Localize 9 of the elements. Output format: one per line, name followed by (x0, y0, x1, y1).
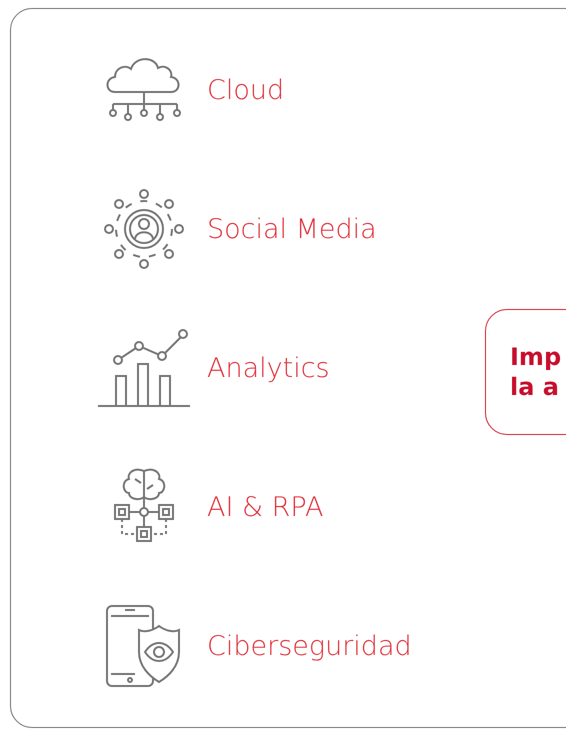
service-label: Cloud (207, 74, 284, 106)
user-network-icon (101, 186, 187, 272)
service-label: Social Media (207, 214, 377, 244)
bar-line-chart-icon (96, 326, 192, 410)
service-label: Ciberseguridad (207, 630, 412, 662)
service-label: Analytics (207, 352, 330, 384)
service-label: AI & RPA (207, 492, 324, 522)
callout-text: Imp (510, 342, 562, 372)
callout-text: la a (510, 372, 560, 402)
